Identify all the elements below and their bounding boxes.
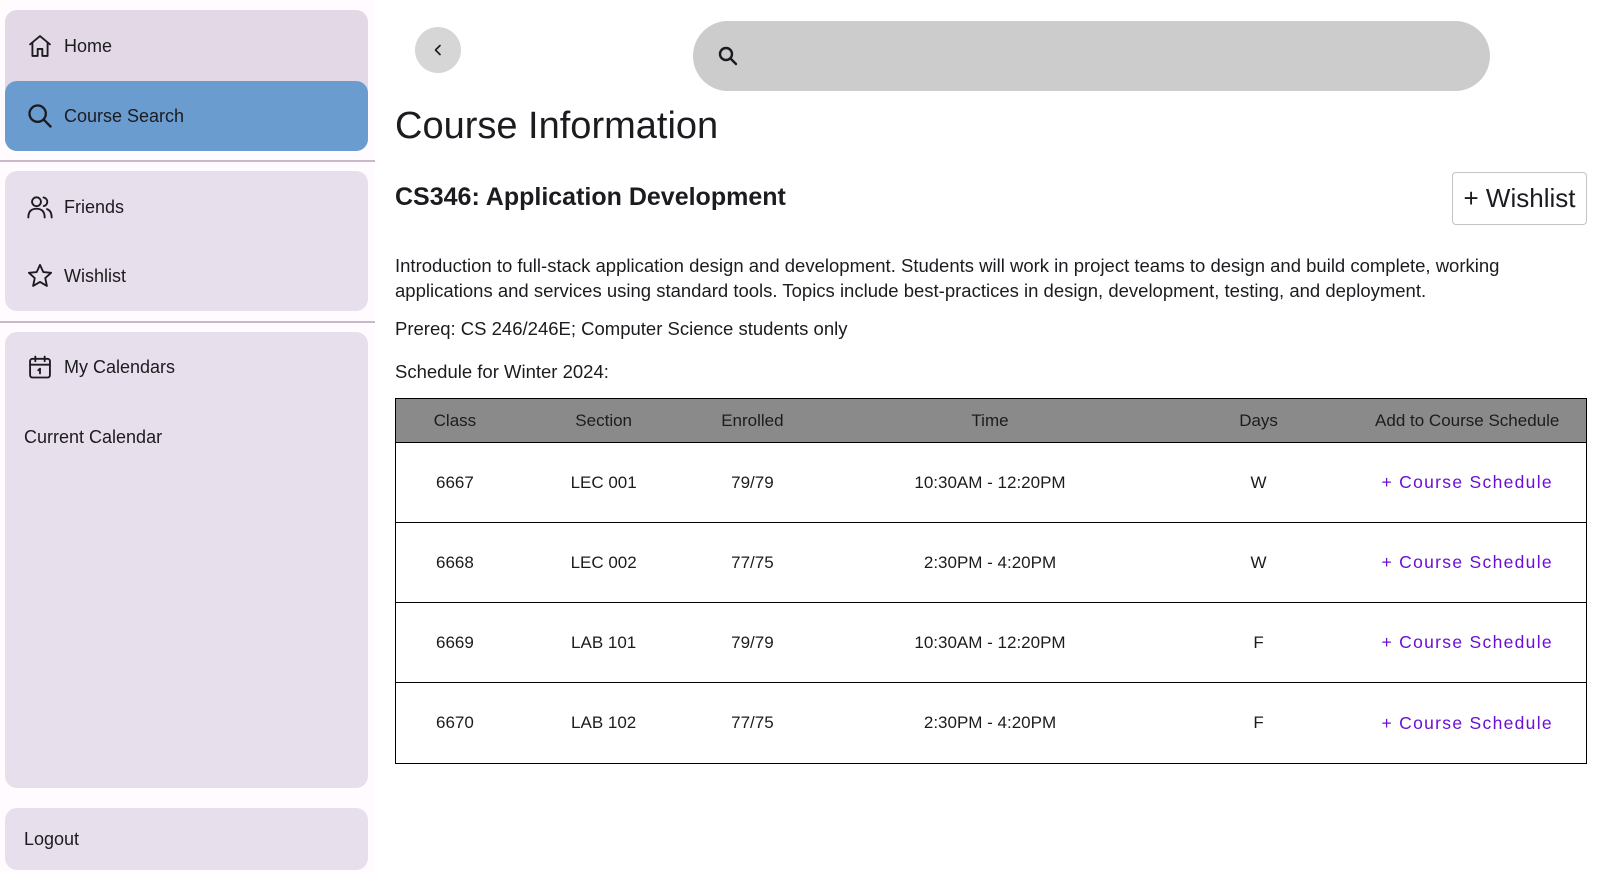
sidebar-item-label: Friends <box>64 196 125 217</box>
enrolled: 79/79 <box>731 472 774 492</box>
sidebar-item-label: Home <box>64 35 113 56</box>
class-number: 6668 <box>435 552 474 572</box>
section: LAB 102 <box>571 713 637 732</box>
back-button[interactable] <box>415 27 461 73</box>
enrolled: 79/79 <box>731 632 774 652</box>
time: 10:30AM - 12:20PM <box>914 632 1066 652</box>
table-row: 6668 LEC 002 77/75 2:30PM - 4:20PM W + C… <box>396 523 1586 603</box>
sidebar-divider <box>0 321 375 323</box>
column-header-days: Days <box>1239 410 1278 430</box>
table-row: 6669 LAB 101 79/79 10:30AM - 12:20PM F +… <box>396 603 1586 683</box>
class-number: 6667 <box>435 472 474 492</box>
course-prereq: Prereq: CS 246/246E; Computer Science st… <box>395 318 848 339</box>
table-row: 6667 LEC 001 79/79 10:30AM - 12:20PM W +… <box>396 443 1586 523</box>
column-header-time: Time <box>971 410 1009 430</box>
add-to-course-schedule-button[interactable]: + Course Schedule <box>1381 472 1552 492</box>
column-header-class: Class <box>433 410 477 430</box>
section: LEC 002 <box>570 552 637 572</box>
class-number: 6669 <box>435 632 474 652</box>
course-title: CS346: Application Development <box>395 183 786 211</box>
schedule-label: Schedule for Winter 2024: <box>395 361 609 382</box>
sidebar-item-wishlist[interactable]: Wishlist <box>5 241 368 311</box>
sidebar-item-label: My Calendars <box>64 356 176 377</box>
sidebar-item-logout[interactable]: Logout <box>5 804 368 873</box>
column-header-enrolled: Enrolled <box>721 410 784 430</box>
page-title: Course Information <box>395 105 719 147</box>
time: 10:30AM - 12:20PM <box>914 472 1066 492</box>
sidebar-item-label: Wishlist <box>64 265 126 286</box>
star-icon <box>25 261 55 291</box>
table-header: Class Section Enrolled Time Days Add to … <box>396 399 1586 443</box>
people-icon <box>25 192 55 222</box>
add-to-course-schedule-button[interactable]: + Course Schedule <box>1381 552 1552 572</box>
sidebar-item-label: Course Search <box>64 105 185 126</box>
time: 2:30PM - 4:20PM <box>923 552 1057 572</box>
add-to-wishlist-button[interactable]: + Wishlist <box>1452 172 1587 225</box>
add-to-course-schedule-button[interactable]: + Course Schedule <box>1381 713 1552 733</box>
schedule-table: Class Section Enrolled Time Days Add to … <box>395 398 1587 764</box>
enrolled: 77/75 <box>731 713 774 732</box>
sidebar-item-label: Logout <box>24 828 80 849</box>
sidebar-divider <box>0 160 375 162</box>
sidebar: Home Course Search Friends Wishlist My C… <box>0 0 375 873</box>
days: F <box>1253 632 1264 652</box>
class-number: 6670 <box>435 713 474 732</box>
sidebar-item-my-calendars[interactable]: My Calendars <box>5 332 368 402</box>
days: W <box>1250 472 1267 492</box>
chevron-left-icon <box>431 43 445 57</box>
time: 2:30PM - 4:20PM <box>923 713 1057 732</box>
search-input[interactable] <box>755 36 1455 76</box>
sidebar-item-course-search[interactable]: Course Search <box>5 81 368 151</box>
add-to-course-schedule-button[interactable]: + Course Schedule <box>1381 632 1552 652</box>
calendar-icon <box>25 352 55 382</box>
search-bar[interactable] <box>693 21 1490 91</box>
search-icon <box>713 41 743 71</box>
home-icon <box>25 31 55 61</box>
days: W <box>1250 552 1267 572</box>
sidebar-item-current-calendar[interactable]: Current Calendar <box>5 402 368 472</box>
table-row: 6670 LAB 102 77/75 2:30PM - 4:20PM F + C… <box>396 683 1586 763</box>
sidebar-item-label: Current Calendar <box>24 426 163 447</box>
column-header-add: Add to Course Schedule <box>1375 410 1560 430</box>
column-header-section: Section <box>575 410 632 430</box>
days: F <box>1253 713 1264 732</box>
section: LAB 101 <box>571 632 637 652</box>
enrolled: 77/75 <box>731 552 774 572</box>
sidebar-item-home[interactable]: Home <box>5 11 368 81</box>
sidebar-item-friends[interactable]: Friends <box>5 172 368 242</box>
section: LEC 001 <box>570 472 637 492</box>
course-description: Introduction to full-stack application d… <box>395 255 1500 301</box>
search-icon <box>25 101 55 131</box>
